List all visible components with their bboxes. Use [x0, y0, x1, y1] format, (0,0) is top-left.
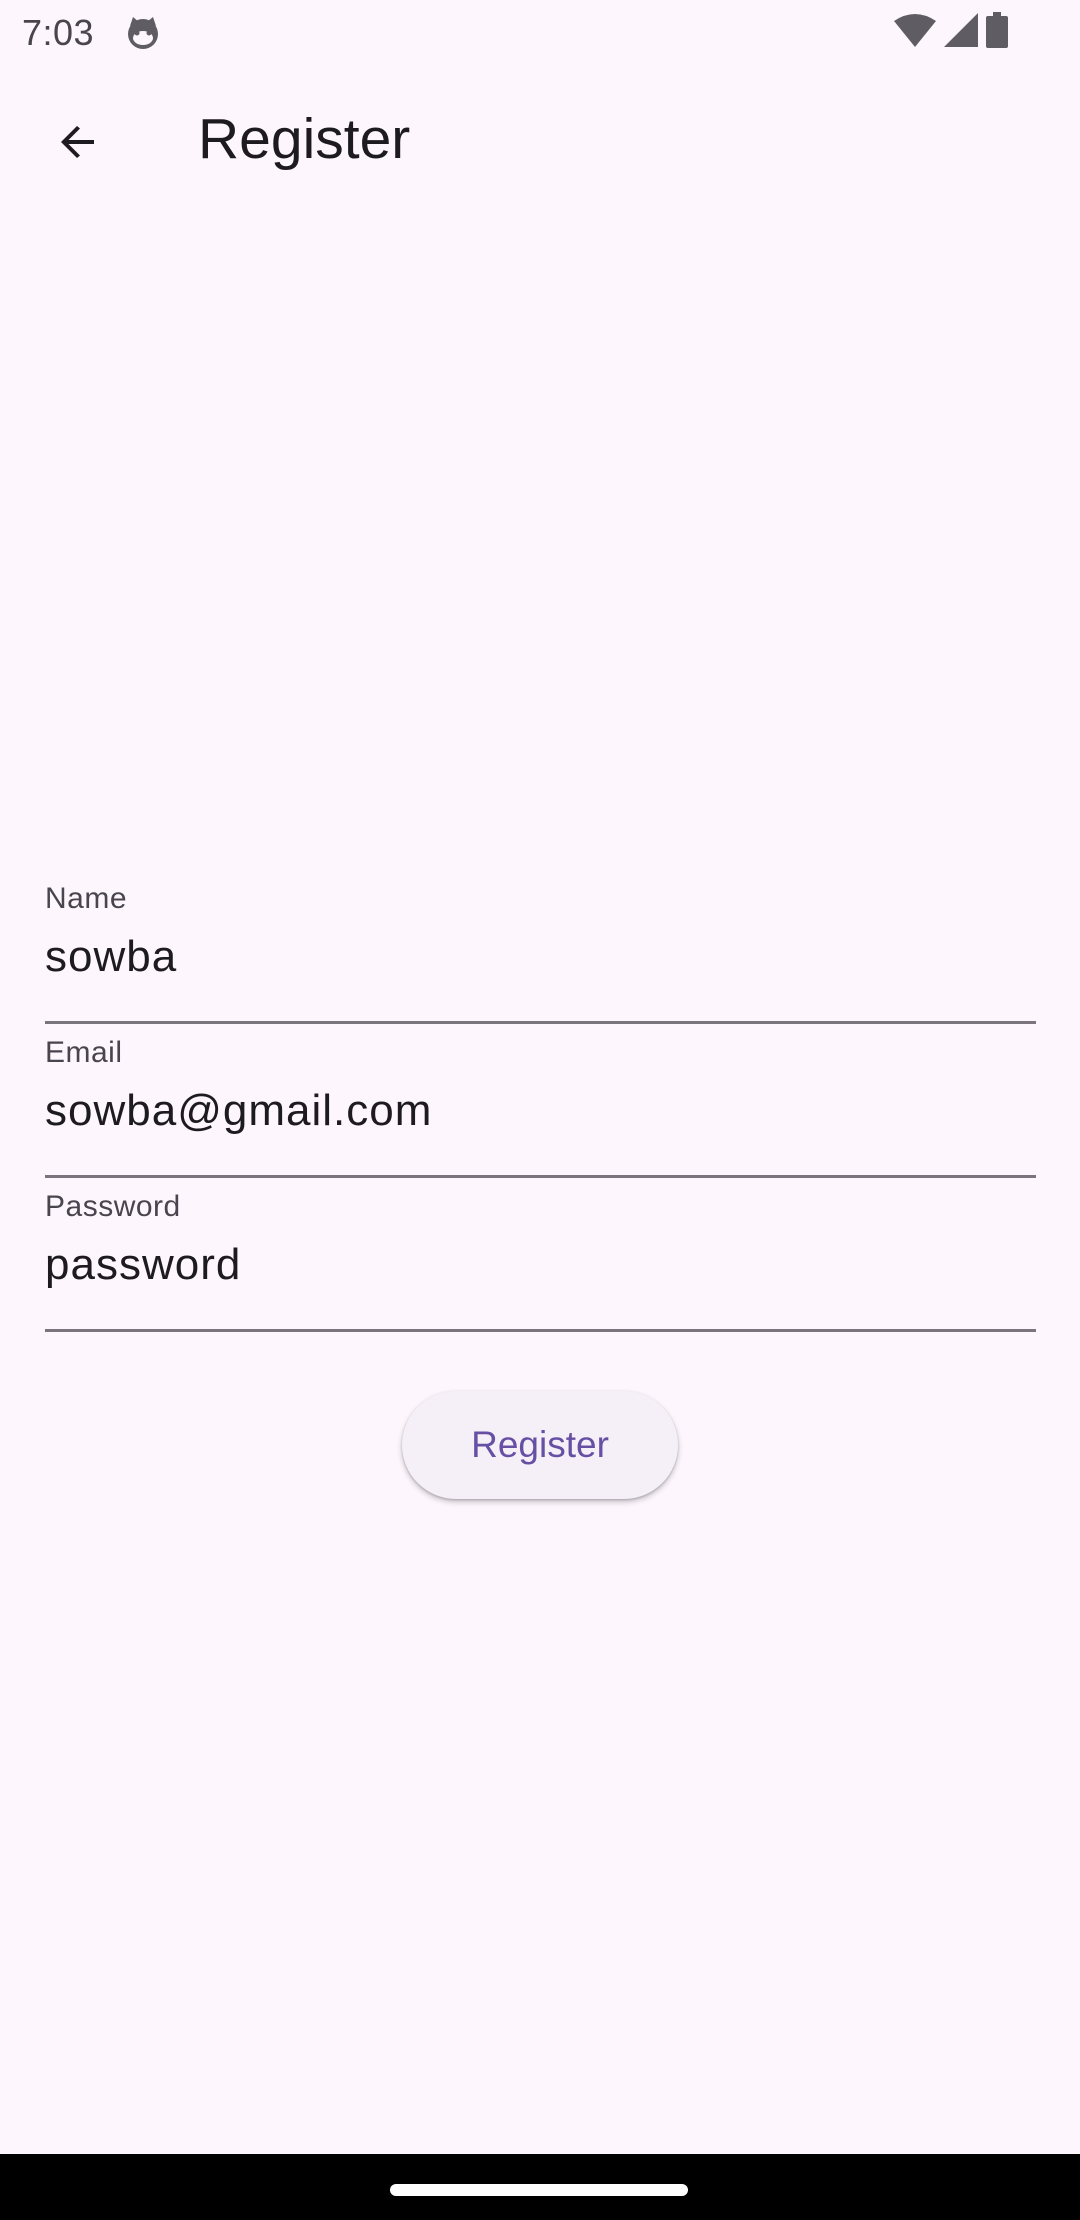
- wifi-icon: [894, 13, 936, 52]
- name-field-label: Name: [45, 882, 128, 915]
- status-icons: [894, 11, 1008, 53]
- password-input[interactable]: password: [45, 1240, 241, 1290]
- name-input[interactable]: sowba: [45, 932, 177, 982]
- email-input[interactable]: sowba@gmail.com: [45, 1086, 432, 1136]
- cat-notification-icon: [124, 14, 162, 52]
- back-button[interactable]: [30, 96, 126, 192]
- home-gesture-handle[interactable]: [390, 2184, 688, 2196]
- register-screen: 7:03 Register Name sowba Email sowba@gma…: [0, 0, 1080, 2220]
- register-button[interactable]: Register: [402, 1391, 678, 1499]
- cellular-signal-icon: [944, 12, 978, 52]
- app-bar: Register: [0, 64, 1080, 218]
- arrow-back-icon: [54, 118, 102, 171]
- password-field-label: Password: [45, 1190, 181, 1223]
- system-navigation-bar: [0, 2154, 1080, 2220]
- email-field[interactable]: Email sowba@gmail.com: [45, 1024, 1036, 1178]
- status-time: 7:03: [22, 12, 95, 53]
- email-field-label: Email: [45, 1036, 123, 1069]
- battery-icon: [986, 11, 1008, 53]
- register-form: Name sowba Email sowba@gmail.com Passwor…: [45, 870, 1036, 1332]
- status-bar: 7:03: [0, 0, 1080, 64]
- page-title: Register: [198, 107, 411, 171]
- password-field[interactable]: Password password: [45, 1178, 1036, 1332]
- name-field[interactable]: Name sowba: [45, 870, 1036, 1024]
